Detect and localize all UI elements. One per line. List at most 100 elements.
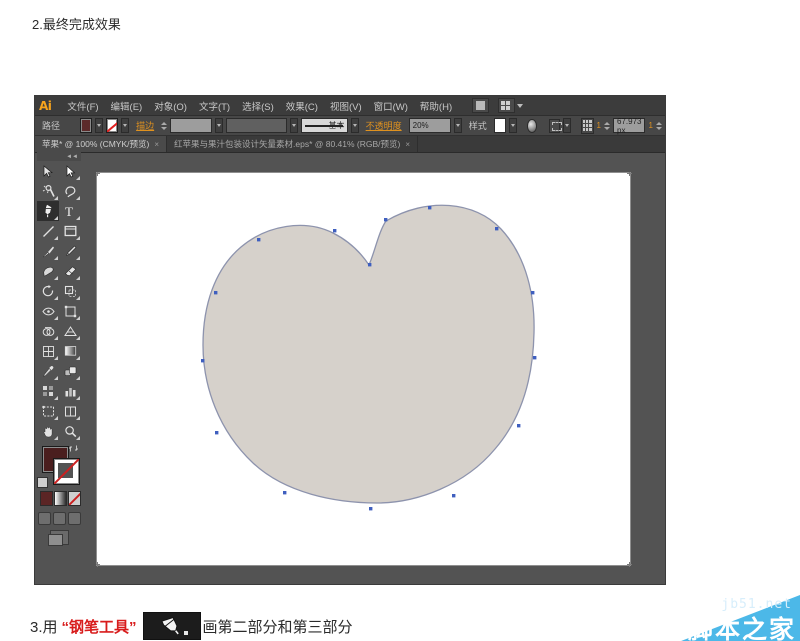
- watermark: jb51.net 脚本之家: [595, 595, 800, 641]
- shape-builder-tool[interactable]: [37, 321, 59, 341]
- opacity-label[interactable]: 不透明度: [362, 119, 406, 132]
- tools-panel: ◄◄ T: [37, 152, 81, 577]
- paintbrush-tool[interactable]: [37, 241, 59, 261]
- profile-dropdown-icon[interactable]: [351, 118, 359, 133]
- fill-stroke-control: [37, 444, 81, 490]
- transform-y-stepper[interactable]: [656, 119, 662, 132]
- fill-stroke-modes: [40, 491, 81, 506]
- blob-brush-tool[interactable]: [37, 261, 59, 281]
- column-graph-tool[interactable]: [59, 381, 81, 401]
- eyedropper-tool[interactable]: [37, 361, 59, 381]
- opacity-field[interactable]: 20%: [409, 118, 451, 133]
- stroke-style-field[interactable]: [226, 118, 287, 133]
- watermark-band: [595, 595, 800, 641]
- stroke-weight-stepper[interactable]: [161, 119, 167, 132]
- stroke-dropdown-icon[interactable]: [121, 118, 129, 133]
- zoom-tool[interactable]: [59, 421, 81, 441]
- free-transform-tool[interactable]: [59, 301, 81, 321]
- canvas-area[interactable]: [96, 172, 665, 577]
- transform-width-field[interactable]: 67.973 px: [613, 118, 645, 133]
- fill-color-swatch[interactable]: [80, 118, 92, 133]
- arrange-documents-icon[interactable]: [498, 98, 515, 113]
- stroke-color-indicator[interactable]: [53, 458, 80, 485]
- apple-body-path[interactable]: [97, 173, 630, 565]
- menu-item-window[interactable]: 窗口(W): [368, 97, 414, 115]
- eraser-tool[interactable]: [59, 261, 81, 281]
- artboard[interactable]: [96, 172, 631, 566]
- direct-selection-tool[interactable]: [59, 161, 81, 181]
- opacity-mask-icon[interactable]: [527, 119, 537, 133]
- menu-item-select[interactable]: 选择(S): [236, 97, 280, 115]
- drawing-mode-normal-icon[interactable]: [38, 512, 51, 525]
- hand-tool[interactable]: [37, 421, 59, 441]
- go-to-bridge-icon[interactable]: [472, 98, 489, 113]
- width-tool[interactable]: [37, 301, 59, 321]
- pen-tool-icon: [143, 612, 201, 640]
- slice-tool[interactable]: [59, 401, 81, 421]
- change-screen-mode-button[interactable]: [50, 530, 69, 545]
- color-mode-button[interactable]: [40, 491, 53, 506]
- magic-wand-tool[interactable]: [37, 181, 59, 201]
- gradient-tool[interactable]: [59, 341, 81, 361]
- swap-fill-stroke-icon[interactable]: [69, 444, 78, 453]
- none-mode-button[interactable]: [68, 491, 81, 506]
- fill-dropdown-icon[interactable]: [95, 118, 103, 133]
- perspective-grid-tool[interactable]: [59, 321, 81, 341]
- blend-tool[interactable]: [59, 361, 81, 381]
- menu-item-type[interactable]: 文字(T): [193, 97, 236, 115]
- stroke-weight-dropdown-icon[interactable]: [215, 118, 223, 133]
- svg-text:T: T: [65, 205, 73, 218]
- symbol-sprayer-tool[interactable]: [37, 381, 59, 401]
- collapse-icon[interactable]: ◄◄: [66, 154, 78, 160]
- step-3-prefix: 3.用: [30, 616, 58, 637]
- menu-item-file[interactable]: 文件(F): [61, 97, 104, 115]
- menu-item-view[interactable]: 视图(V): [324, 97, 368, 115]
- step-2-caption: 2.最终完成效果: [32, 14, 121, 33]
- scale-tool[interactable]: [59, 281, 81, 301]
- align-dropdown-icon[interactable]: [563, 118, 571, 133]
- menu-item-help[interactable]: 帮助(H): [414, 97, 458, 115]
- illustrator-logo: Ai: [39, 99, 51, 113]
- style-label[interactable]: 样式: [465, 119, 491, 132]
- menu-item-effect[interactable]: 效果(C): [280, 97, 324, 115]
- graphic-style-swatch[interactable]: [494, 118, 506, 133]
- gradient-mode-button[interactable]: [54, 491, 67, 506]
- stroke-style-dropdown-icon[interactable]: [290, 118, 298, 133]
- lasso-tool[interactable]: [59, 181, 81, 201]
- drawing-mode-inside-icon[interactable]: [68, 512, 81, 525]
- document-tab-eps[interactable]: 红苹果与果汁包装设计矢量素材.eps* @ 80.41% (RGB/预览) ×: [167, 136, 418, 152]
- step-3-tool-name: “钢笔工具”: [62, 616, 137, 637]
- tools-panel-grip[interactable]: ◄◄: [37, 152, 81, 161]
- selection-tool[interactable]: [37, 161, 59, 181]
- menu-bar-right-tools: [472, 98, 523, 113]
- screen-mode-buttons: [37, 512, 81, 525]
- default-fill-stroke-icon[interactable]: [37, 477, 48, 488]
- style-dropdown-icon[interactable]: [509, 118, 517, 133]
- close-icon[interactable]: ×: [405, 140, 410, 149]
- rotate-tool[interactable]: [37, 281, 59, 301]
- document-tab-title: 苹果* @ 100% (CMYK/预览): [42, 138, 149, 150]
- pen-tool[interactable]: [37, 201, 59, 221]
- watermark-url: jb51.net: [721, 597, 792, 612]
- document-tab-apple[interactable]: 苹果* @ 100% (CMYK/预览) ×: [35, 136, 167, 152]
- drawing-mode-behind-icon[interactable]: [53, 512, 66, 525]
- transform-x-stepper[interactable]: [604, 119, 610, 132]
- transform-x-label: 1: [597, 121, 601, 130]
- align-icon[interactable]: [549, 119, 560, 133]
- artboard-tool[interactable]: [37, 401, 59, 421]
- stroke-color-swatch[interactable]: [106, 118, 118, 133]
- stroke-weight-field[interactable]: [170, 118, 212, 133]
- type-tool[interactable]: T: [59, 201, 81, 221]
- opacity-dropdown-icon[interactable]: [454, 118, 462, 133]
- rectangle-tool[interactable]: [59, 221, 81, 241]
- close-icon[interactable]: ×: [154, 140, 159, 149]
- control-options-bar: 路径 描边 基本 不透明度 20% 样式 1 67.973 px 1: [35, 116, 665, 136]
- line-segment-tool[interactable]: [37, 221, 59, 241]
- variable-width-profile[interactable]: 基本: [301, 118, 347, 133]
- pencil-tool[interactable]: [59, 241, 81, 261]
- transform-reference-icon[interactable]: [581, 118, 594, 134]
- menu-item-edit[interactable]: 编辑(E): [105, 97, 149, 115]
- stroke-label[interactable]: 描边: [132, 119, 158, 132]
- menu-item-object[interactable]: 对象(O): [148, 97, 193, 115]
- mesh-tool[interactable]: [37, 341, 59, 361]
